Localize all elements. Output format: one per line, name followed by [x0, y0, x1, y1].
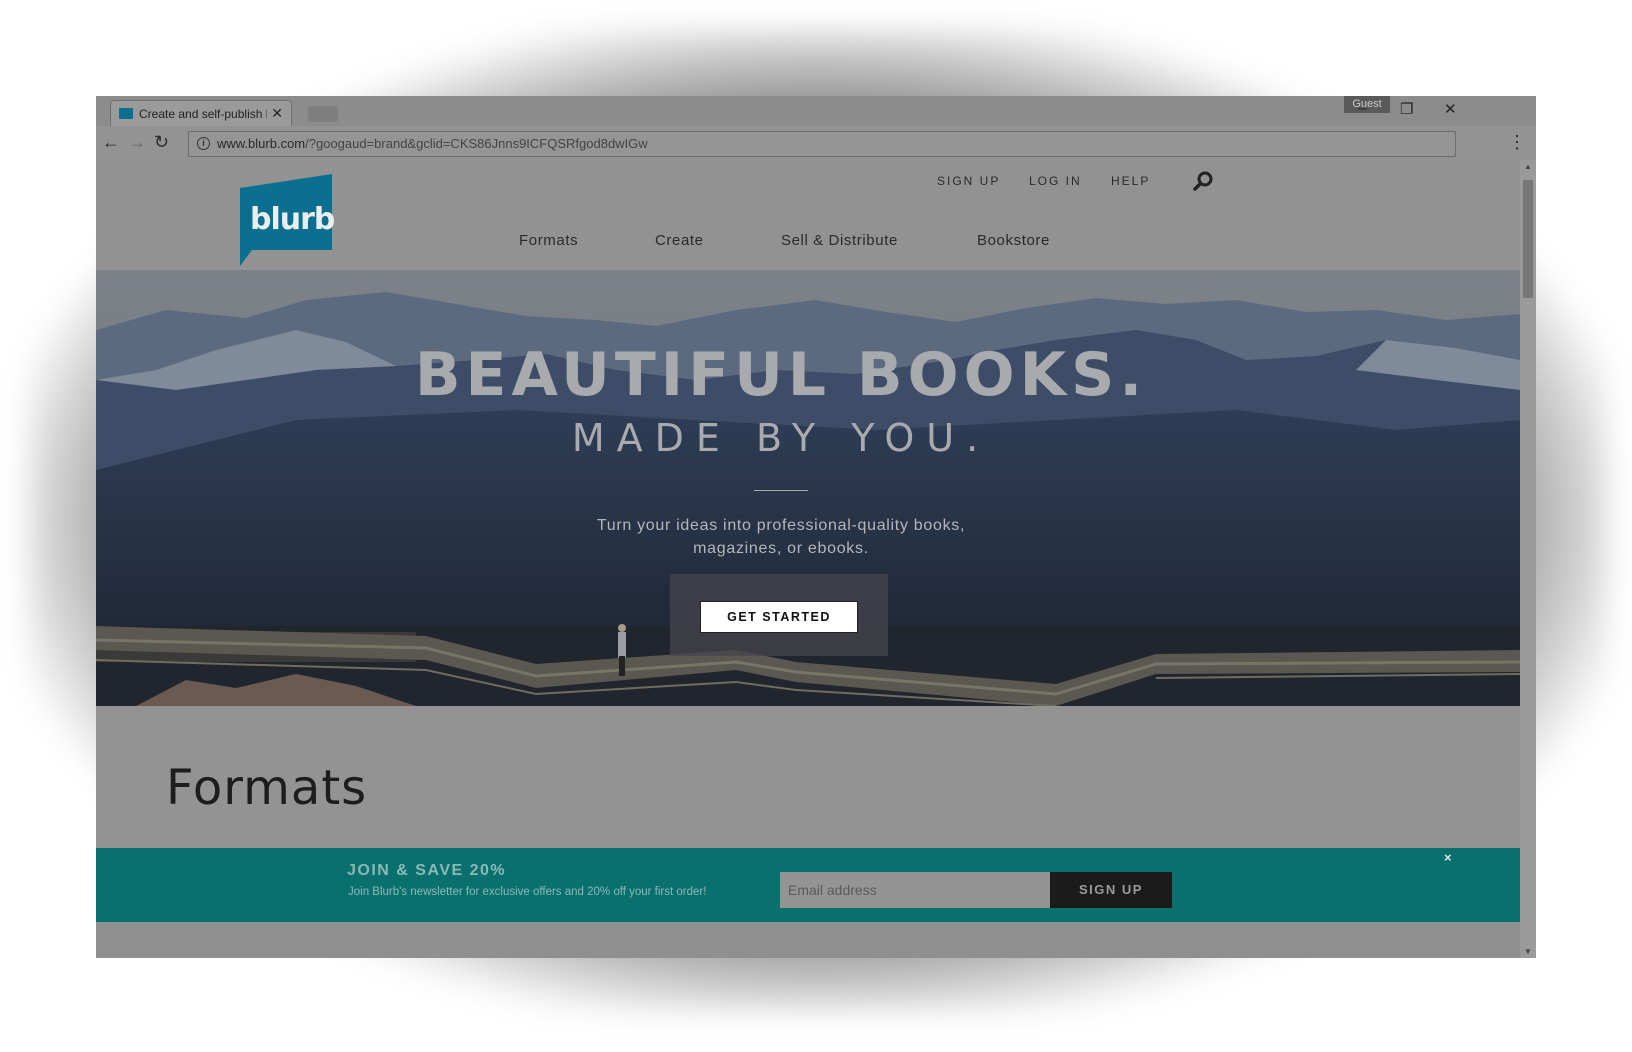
- tab-title: Create and self-publish b: [139, 107, 267, 121]
- scroll-thumb[interactable]: [1523, 180, 1533, 298]
- signup-link[interactable]: SIGN UP: [937, 174, 1000, 188]
- newsletter-subtitle: Join Blurb's newsletter for exclusive of…: [348, 886, 707, 898]
- minimize-icon[interactable]: –: [1358, 100, 1366, 117]
- browser-toolbar: ← → ↻ i www.blurb.com/?googaud=brand&gcl…: [96, 126, 1536, 161]
- hero-description: Turn your ideas into professional-qualit…: [96, 514, 1466, 560]
- tab-strip: Create and self-publish b ✕ Guest – ❐ ✕: [96, 96, 1536, 127]
- search-icon[interactable]: [1192, 170, 1213, 191]
- cta-container: GET STARTED: [670, 574, 888, 656]
- nav-bookstore[interactable]: Bookstore: [977, 232, 1050, 249]
- newsletter-title: JOIN & SAVE 20%: [347, 862, 507, 879]
- newsletter-bar: JOIN & SAVE 20% Join Blurb's newsletter …: [96, 848, 1520, 922]
- new-tab-button[interactable]: [308, 106, 338, 122]
- hero-headline: BEAUTIFUL BOOKS.: [414, 340, 1148, 410]
- get-started-button[interactable]: GET STARTED: [700, 601, 858, 633]
- back-arrow-icon[interactable]: ←: [102, 132, 120, 153]
- guest-badge[interactable]: Guest: [1344, 96, 1390, 113]
- close-window-icon[interactable]: ✕: [1444, 100, 1457, 118]
- browser-tab[interactable]: Create and self-publish b ✕: [110, 100, 292, 127]
- hero-divider: [754, 490, 808, 491]
- login-link[interactable]: LOG IN: [1029, 174, 1082, 188]
- logo-text: blurb: [250, 202, 335, 237]
- hero-description-line-2: magazines, or ebooks.: [693, 540, 869, 557]
- site-header: blurb SIGN UP LOG IN HELP Formats Create…: [96, 160, 1520, 270]
- tab-close-icon[interactable]: ✕: [271, 105, 283, 122]
- scroll-down-icon[interactable]: ▼: [1524, 947, 1532, 956]
- url-host: www.blurb.com: [217, 136, 306, 151]
- nav-formats[interactable]: Formats: [519, 232, 578, 249]
- url-path: /?googaud=brand&gclid=CKS86Jnns9ICFQSRfg…: [305, 136, 648, 151]
- page-viewport: blurb SIGN UP LOG IN HELP Formats Create…: [96, 160, 1520, 958]
- hero-banner: BEAUTIFUL BOOKS. MADE BY YOU. Turn your …: [96, 270, 1520, 706]
- nav-create[interactable]: Create: [655, 232, 704, 249]
- newsletter-signup-button[interactable]: SIGN UP: [1050, 872, 1172, 908]
- address-bar[interactable]: i www.blurb.com/?googaud=brand&gclid=CKS…: [188, 131, 1456, 157]
- forward-arrow-icon[interactable]: →: [128, 132, 146, 153]
- formats-heading: Formats: [166, 760, 368, 816]
- reload-icon[interactable]: ↻: [154, 132, 169, 153]
- email-field[interactable]: [780, 872, 1060, 908]
- hero-description-line-1: Turn your ideas into professional-qualit…: [596, 517, 966, 534]
- menu-dots-icon[interactable]: ⋮: [1508, 132, 1526, 153]
- url-text: www.blurb.com/?googaud=brand&gclid=CKS86…: [217, 136, 648, 151]
- browser-window: Create and self-publish b ✕ Guest – ❐ ✕ …: [96, 96, 1536, 958]
- blurb-logo[interactable]: blurb: [240, 174, 335, 266]
- close-icon[interactable]: ×: [1444, 850, 1452, 865]
- maximize-icon[interactable]: ❐: [1400, 100, 1413, 118]
- help-link[interactable]: HELP: [1111, 174, 1150, 188]
- hero-subheadline: MADE BY YOU.: [571, 416, 991, 460]
- nav-sell-distribute[interactable]: Sell & Distribute: [781, 232, 898, 249]
- vertical-scrollbar[interactable]: ▲ ▼: [1520, 160, 1536, 958]
- info-icon[interactable]: i: [197, 137, 210, 150]
- favicon-icon: [119, 108, 133, 119]
- scroll-up-icon[interactable]: ▲: [1524, 162, 1532, 171]
